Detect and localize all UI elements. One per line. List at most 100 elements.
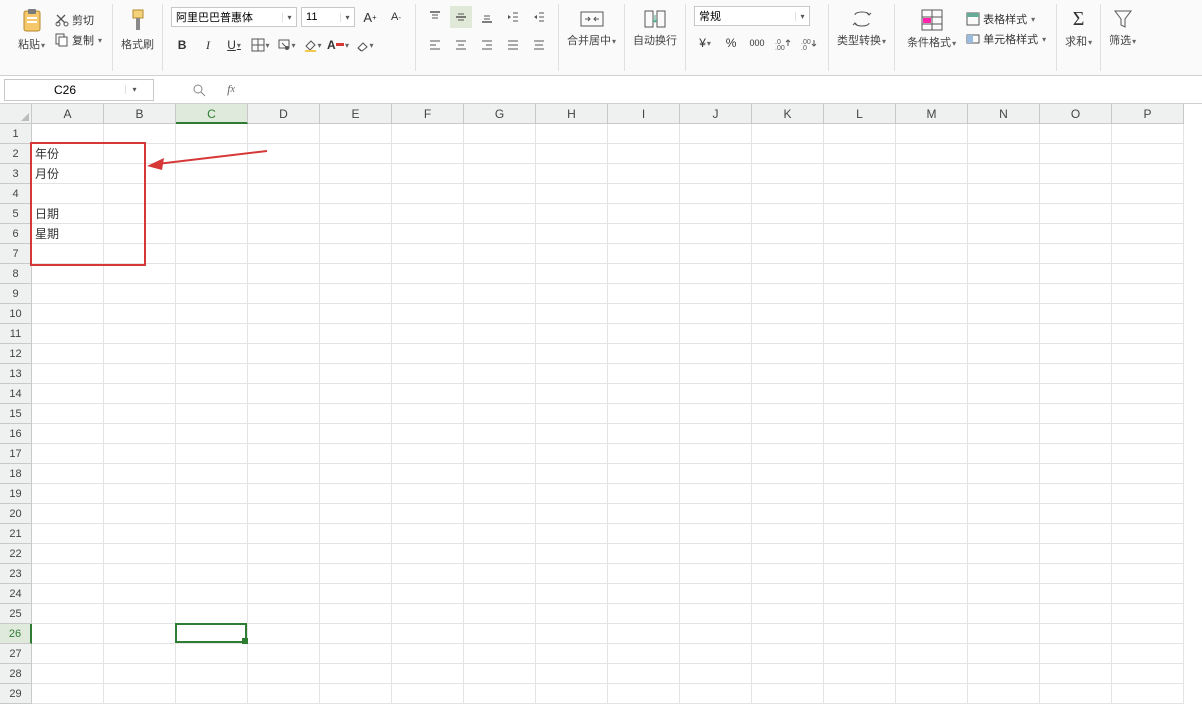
cell[interactable] [536, 484, 608, 504]
cell[interactable] [824, 584, 896, 604]
cell[interactable] [32, 244, 104, 264]
cell[interactable] [392, 124, 464, 144]
dropdown-arrow-icon[interactable]: ▾ [125, 85, 143, 94]
row-header[interactable]: 27 [0, 644, 32, 664]
row-header[interactable]: 29 [0, 684, 32, 704]
cell[interactable] [1040, 624, 1112, 644]
cell[interactable] [968, 424, 1040, 444]
cell[interactable] [104, 484, 176, 504]
cell[interactable] [248, 344, 320, 364]
cell[interactable] [392, 424, 464, 444]
cell[interactable] [608, 124, 680, 144]
cell[interactable] [680, 124, 752, 144]
cell[interactable] [968, 464, 1040, 484]
cell[interactable] [1040, 604, 1112, 624]
cell[interactable] [968, 684, 1040, 704]
cell[interactable] [104, 244, 176, 264]
cell[interactable] [320, 264, 392, 284]
cell[interactable] [896, 684, 968, 704]
merge-center-button[interactable]: 合并居中▾ [563, 6, 620, 50]
cell[interactable] [32, 504, 104, 524]
cell[interactable] [248, 304, 320, 324]
cell[interactable] [464, 444, 536, 464]
cell[interactable] [968, 344, 1040, 364]
cell[interactable] [752, 644, 824, 664]
cell[interactable] [968, 404, 1040, 424]
font-name-combo[interactable]: ▾ [171, 7, 297, 27]
cell[interactable] [536, 264, 608, 284]
cell[interactable] [896, 524, 968, 544]
cell[interactable] [104, 324, 176, 344]
cell[interactable] [536, 384, 608, 404]
cell[interactable] [32, 184, 104, 204]
cell[interactable]: 日期 [32, 204, 104, 224]
cell[interactable] [1040, 644, 1112, 664]
cell[interactable]: 年份 [32, 144, 104, 164]
cell[interactable] [392, 244, 464, 264]
cell[interactable] [464, 244, 536, 264]
cell[interactable] [248, 424, 320, 444]
cell[interactable] [104, 624, 176, 644]
italic-button[interactable]: I [197, 34, 219, 56]
cell[interactable] [464, 484, 536, 504]
number-format-input[interactable] [695, 10, 795, 22]
cell[interactable] [1112, 204, 1184, 224]
cell[interactable] [464, 624, 536, 644]
cell[interactable] [536, 584, 608, 604]
cell[interactable] [536, 624, 608, 644]
cell[interactable] [176, 204, 248, 224]
cell[interactable] [248, 624, 320, 644]
cell[interactable] [752, 504, 824, 524]
cell[interactable] [896, 124, 968, 144]
cell[interactable] [1112, 524, 1184, 544]
cell[interactable] [464, 524, 536, 544]
row-header[interactable]: 19 [0, 484, 32, 504]
column-header[interactable]: E [320, 104, 392, 124]
cell[interactable] [608, 524, 680, 544]
cell[interactable] [824, 204, 896, 224]
dropdown-arrow-icon[interactable]: ▾ [282, 13, 296, 22]
cell[interactable] [824, 564, 896, 584]
cell[interactable] [1112, 684, 1184, 704]
cell[interactable] [752, 264, 824, 284]
cell[interactable] [104, 284, 176, 304]
cell[interactable] [824, 184, 896, 204]
number-format-combo[interactable]: ▾ [694, 6, 810, 26]
cell[interactable] [680, 644, 752, 664]
cell[interactable] [392, 664, 464, 684]
cell[interactable] [824, 264, 896, 284]
cell[interactable] [392, 564, 464, 584]
cell[interactable] [464, 644, 536, 664]
cell[interactable] [680, 184, 752, 204]
cell[interactable] [392, 484, 464, 504]
align-right-button[interactable] [476, 34, 498, 56]
cell[interactable] [464, 684, 536, 704]
cell[interactable] [104, 544, 176, 564]
cell[interactable] [248, 324, 320, 344]
cell[interactable] [1040, 544, 1112, 564]
cell[interactable] [896, 424, 968, 444]
cell[interactable] [392, 324, 464, 344]
cell-reference-input[interactable] [5, 83, 125, 97]
cell[interactable] [320, 344, 392, 364]
cell[interactable] [320, 184, 392, 204]
row-header[interactable]: 10 [0, 304, 32, 324]
cell[interactable] [320, 624, 392, 644]
cell[interactable] [464, 324, 536, 344]
copy-button[interactable]: 复制▾ [53, 31, 104, 49]
cell[interactable] [392, 544, 464, 564]
filter-button[interactable]: 筛选▾ [1105, 6, 1140, 50]
cell[interactable] [320, 504, 392, 524]
cell[interactable] [1040, 264, 1112, 284]
cell[interactable] [752, 444, 824, 464]
cell[interactable] [824, 384, 896, 404]
cell[interactable] [752, 424, 824, 444]
column-header[interactable]: N [968, 104, 1040, 124]
cell[interactable] [968, 184, 1040, 204]
cell[interactable] [752, 144, 824, 164]
cell[interactable] [176, 444, 248, 464]
cell[interactable] [608, 684, 680, 704]
cell[interactable] [248, 124, 320, 144]
align-top-button[interactable] [424, 6, 446, 28]
cell[interactable] [680, 584, 752, 604]
